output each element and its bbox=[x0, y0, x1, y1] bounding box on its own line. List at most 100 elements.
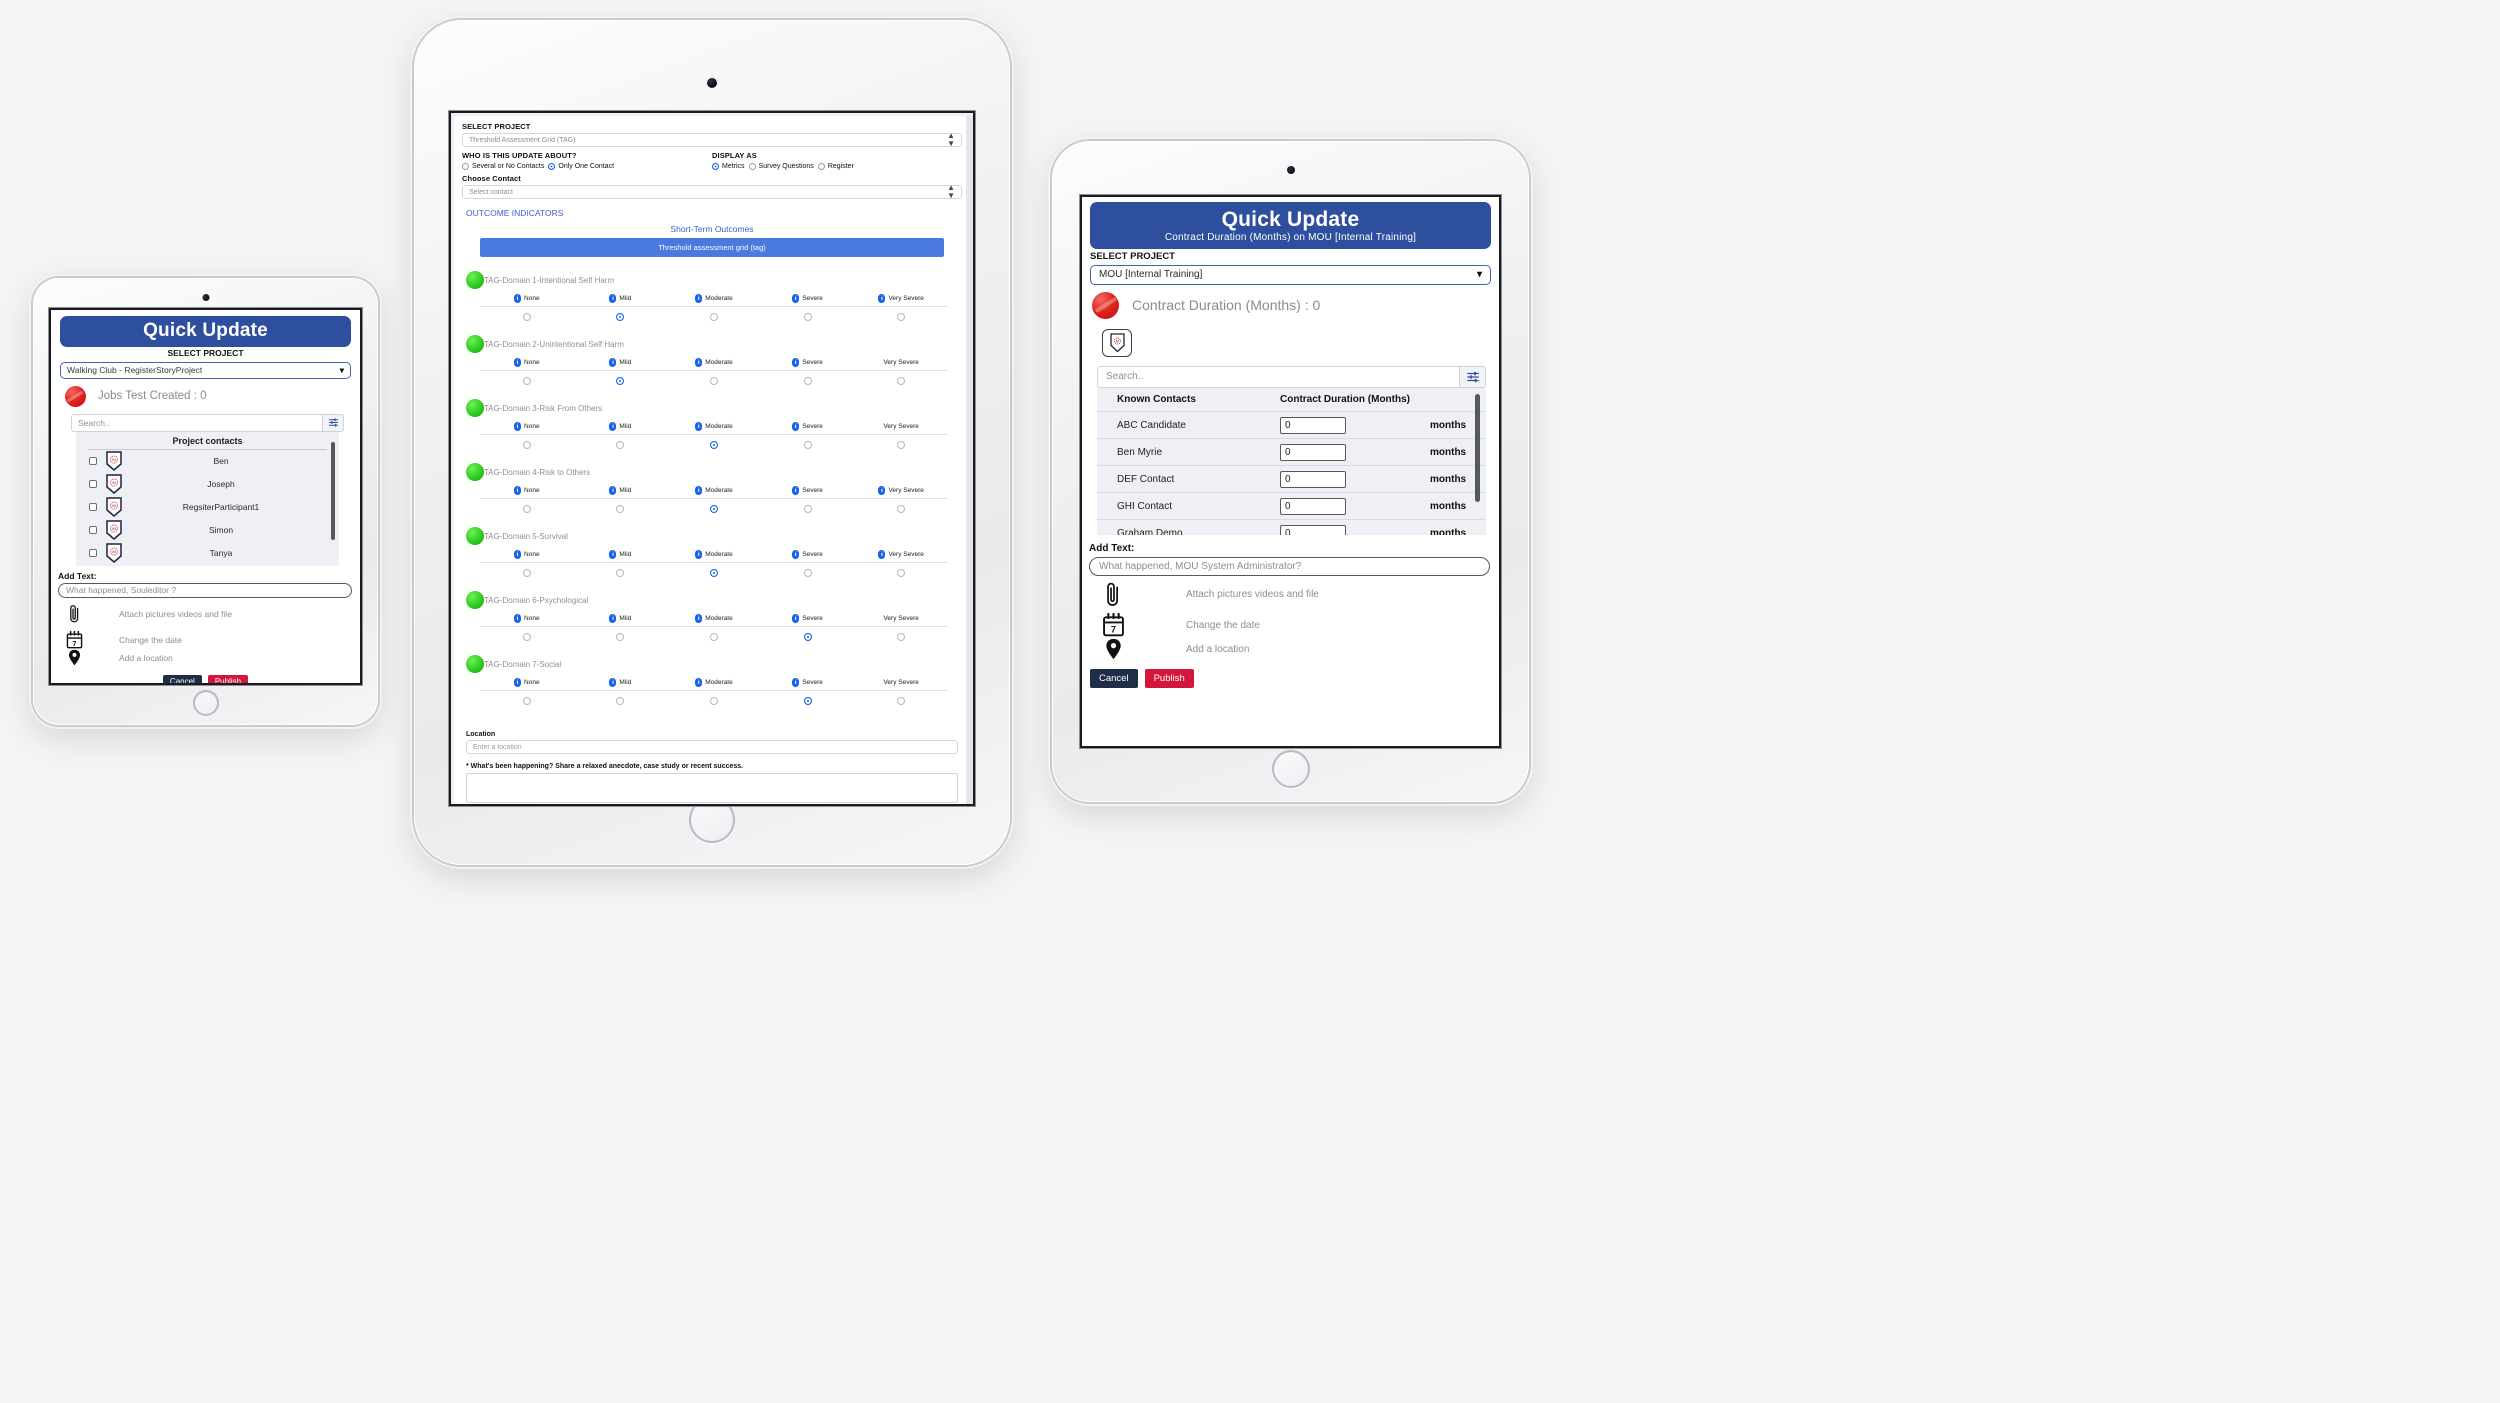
info-icon[interactable]: i bbox=[609, 486, 617, 495]
info-icon[interactable]: i bbox=[878, 486, 886, 495]
info-icon[interactable]: i bbox=[514, 422, 522, 431]
info-icon[interactable]: i bbox=[695, 550, 703, 559]
home-button-right[interactable] bbox=[1271, 750, 1310, 788]
info-icon[interactable]: i bbox=[609, 550, 617, 559]
info-icon[interactable]: i bbox=[792, 294, 800, 303]
scale-option-very-severe[interactable] bbox=[854, 441, 948, 449]
cancel-button[interactable]: Cancel bbox=[1090, 668, 1138, 688]
info-icon[interactable]: i bbox=[514, 550, 522, 559]
info-icon[interactable]: i bbox=[792, 614, 800, 623]
publish-button[interactable]: Publish bbox=[1144, 668, 1194, 688]
select-project-dropdown[interactable]: Threshold Assessment Grid (TAG) ▲ ▼ bbox=[462, 132, 962, 148]
info-icon[interactable]: i bbox=[514, 358, 522, 367]
scale-option-none[interactable] bbox=[480, 505, 574, 513]
duration-input[interactable]: 0 bbox=[1280, 443, 1346, 461]
radio-several-or-no-contacts[interactable]: Several or No Contacts bbox=[462, 163, 544, 170]
info-icon[interactable]: i bbox=[695, 678, 703, 687]
add-location-action[interactable]: Add a location bbox=[1082, 633, 1499, 666]
filter-button[interactable] bbox=[323, 413, 344, 432]
scale-option-severe[interactable] bbox=[761, 313, 855, 321]
attach-action[interactable]: Attach pictures videos and file bbox=[1082, 578, 1499, 611]
scale-option-severe[interactable] bbox=[761, 697, 855, 705]
table-row[interactable]: ABC Candidate 0 months bbox=[1097, 411, 1486, 438]
scale-option-severe[interactable] bbox=[761, 633, 855, 641]
scale-option-mild[interactable] bbox=[574, 697, 668, 705]
contact-checkbox[interactable] bbox=[89, 503, 97, 512]
add-text-input[interactable]: What happened, Souleditor ? bbox=[58, 582, 352, 598]
cancel-button[interactable]: Cancel bbox=[162, 674, 202, 683]
scale-option-moderate[interactable] bbox=[667, 441, 761, 449]
scale-option-mild[interactable] bbox=[574, 377, 668, 385]
info-icon[interactable]: i bbox=[514, 294, 522, 303]
publish-button[interactable]: Publish bbox=[207, 674, 249, 683]
badge-button[interactable]: M bbox=[1102, 328, 1132, 357]
scale-option-none[interactable] bbox=[480, 697, 574, 705]
duration-input[interactable]: 0 bbox=[1280, 524, 1346, 535]
story-textarea[interactable] bbox=[466, 773, 958, 803]
scale-option-severe[interactable] bbox=[761, 441, 855, 449]
info-icon[interactable]: i bbox=[878, 550, 886, 559]
location-input[interactable]: Enter a location bbox=[466, 740, 958, 754]
select-project-dropdown[interactable]: MOU [Internal Training] ▾ bbox=[1090, 264, 1491, 285]
attach-action[interactable]: Attach pictures videos and file bbox=[51, 601, 360, 627]
table-scrollbar[interactable] bbox=[1475, 393, 1480, 502]
scale-option-very-severe[interactable] bbox=[854, 505, 948, 513]
info-icon[interactable]: i bbox=[695, 358, 703, 367]
contact-checkbox[interactable] bbox=[89, 549, 97, 558]
scale-option-none[interactable] bbox=[480, 377, 574, 385]
scale-option-mild[interactable] bbox=[574, 313, 668, 321]
add-text-input[interactable]: What happened, MOU System Administrator? bbox=[1089, 556, 1490, 576]
scale-option-mild[interactable] bbox=[574, 569, 668, 577]
scale-option-moderate[interactable] bbox=[667, 569, 761, 577]
info-icon[interactable]: i bbox=[792, 486, 800, 495]
table-row[interactable]: GHI Contact 0 months bbox=[1097, 492, 1486, 519]
contacts-scrollbar[interactable] bbox=[331, 441, 335, 540]
add-location-action[interactable]: Add a location bbox=[51, 645, 360, 671]
page-scrollbar[interactable] bbox=[966, 116, 973, 804]
scale-option-moderate[interactable] bbox=[667, 505, 761, 513]
home-button-left[interactable] bbox=[192, 690, 219, 716]
filter-button[interactable] bbox=[1460, 365, 1486, 388]
scale-option-none[interactable] bbox=[480, 313, 574, 321]
list-item[interactable]: M Simon bbox=[76, 519, 339, 542]
scale-option-none[interactable] bbox=[480, 633, 574, 641]
contact-checkbox[interactable] bbox=[89, 480, 97, 489]
info-icon[interactable]: i bbox=[609, 294, 617, 303]
list-item[interactable]: M jamaica bbox=[76, 565, 339, 566]
info-icon[interactable]: i bbox=[792, 678, 800, 687]
info-icon[interactable]: i bbox=[792, 422, 800, 431]
info-icon[interactable]: i bbox=[609, 678, 617, 687]
radio-only-one-contact[interactable]: Only One Contact bbox=[548, 163, 614, 170]
table-row[interactable]: Graham Demo 0 months bbox=[1097, 519, 1486, 535]
list-item[interactable]: M Ben bbox=[76, 450, 339, 473]
scale-option-none[interactable] bbox=[480, 569, 574, 577]
grid-banner[interactable]: Threshold assessment grid (tag) bbox=[480, 238, 944, 257]
info-icon[interactable]: i bbox=[609, 358, 617, 367]
search-input[interactable]: Search.. bbox=[1097, 365, 1460, 388]
info-icon[interactable]: i bbox=[609, 614, 617, 623]
search-input[interactable]: Search.. bbox=[71, 413, 323, 432]
choose-contact-dropdown[interactable]: Select contact ▲ ▼ bbox=[462, 184, 962, 200]
scale-option-very-severe[interactable] bbox=[854, 697, 948, 705]
info-icon[interactable]: i bbox=[878, 294, 886, 303]
scale-option-moderate[interactable] bbox=[667, 377, 761, 385]
duration-input[interactable]: 0 bbox=[1280, 497, 1346, 515]
info-icon[interactable]: i bbox=[514, 614, 522, 623]
scale-option-very-severe[interactable] bbox=[854, 377, 948, 385]
scale-option-moderate[interactable] bbox=[667, 633, 761, 641]
scale-option-none[interactable] bbox=[480, 441, 574, 449]
duration-input[interactable]: 0 bbox=[1280, 416, 1346, 434]
scale-option-severe[interactable] bbox=[761, 377, 855, 385]
info-icon[interactable]: i bbox=[514, 486, 522, 495]
scale-option-severe[interactable] bbox=[761, 569, 855, 577]
contact-checkbox[interactable] bbox=[89, 526, 97, 535]
contact-checkbox[interactable] bbox=[89, 457, 97, 466]
info-icon[interactable]: i bbox=[609, 422, 617, 431]
scale-option-mild[interactable] bbox=[574, 441, 668, 449]
scale-option-very-severe[interactable] bbox=[854, 569, 948, 577]
list-item[interactable]: M Tanya bbox=[76, 542, 339, 565]
info-icon[interactable]: i bbox=[695, 486, 703, 495]
radio-metrics[interactable]: Metrics bbox=[712, 163, 745, 170]
scale-option-moderate[interactable] bbox=[667, 313, 761, 321]
radio-register[interactable]: Register bbox=[817, 163, 854, 170]
